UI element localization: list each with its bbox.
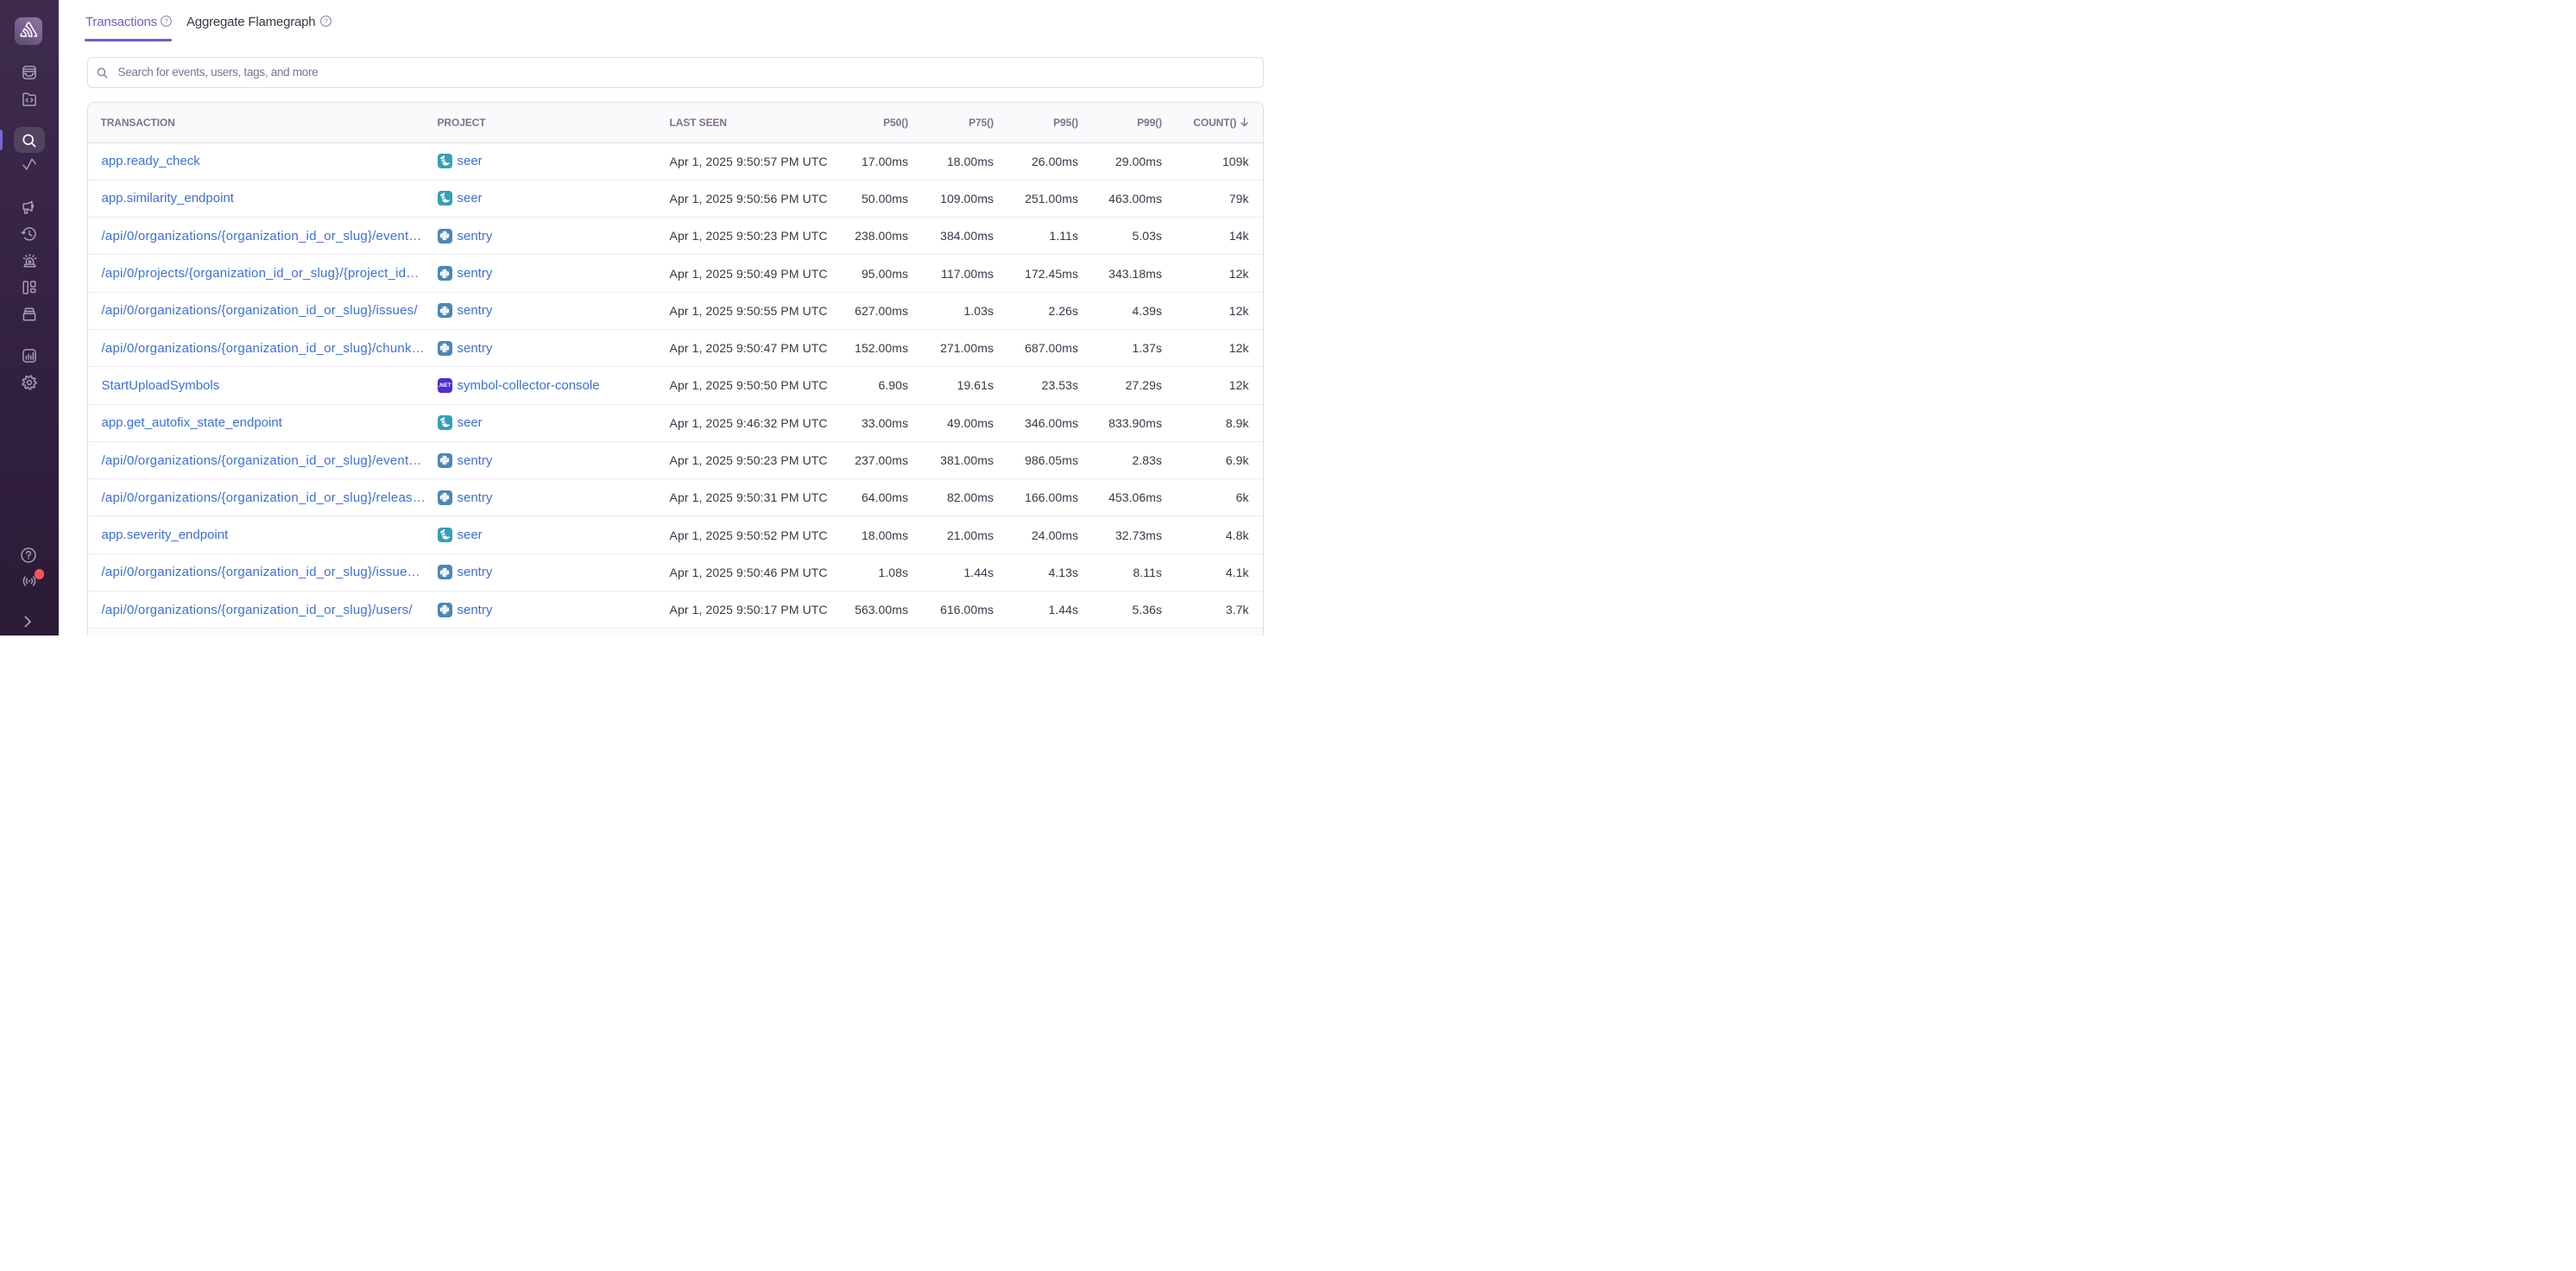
svg-text:?: ? <box>324 16 328 25</box>
svg-text:?: ? <box>164 16 168 25</box>
